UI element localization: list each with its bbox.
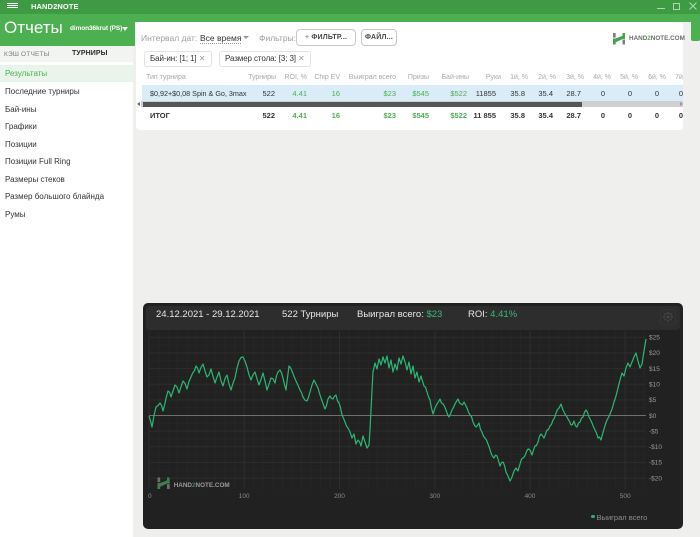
svg-text:-$10: -$10 <box>649 444 662 451</box>
svg-text:100: 100 <box>239 493 250 500</box>
svg-text:$20: $20 <box>649 350 660 357</box>
svg-text:500: 500 <box>620 493 631 500</box>
svg-text:200: 200 <box>334 493 345 500</box>
svg-text:0: 0 <box>148 493 152 500</box>
svg-text:-$5: -$5 <box>649 428 659 435</box>
svg-text:-$20: -$20 <box>649 475 662 482</box>
svg-text:$25: $25 <box>649 335 660 342</box>
svg-text:HAND2NOTE.COM: HAND2NOTE.COM <box>174 482 230 489</box>
svg-text:300: 300 <box>429 493 440 500</box>
svg-text:$10: $10 <box>649 382 660 389</box>
svg-text:-$15: -$15 <box>649 460 662 467</box>
svg-text:$0: $0 <box>649 413 657 420</box>
svg-text:$15: $15 <box>649 366 660 373</box>
svg-text:$5: $5 <box>649 397 657 404</box>
svg-text:400: 400 <box>525 493 536 500</box>
